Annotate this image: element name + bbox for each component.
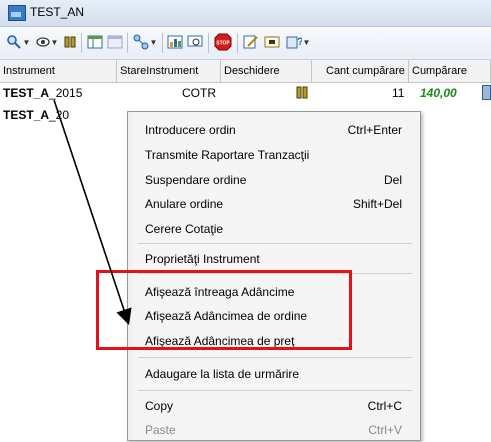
toolbar-separator xyxy=(127,33,128,53)
menu-item-copy[interactable]: Copy Ctrl+C xyxy=(128,394,420,418)
column-header-cant-cumparare[interactable]: Cant cumpărare xyxy=(312,60,409,82)
nodes-icon[interactable]: ▼ xyxy=(131,33,159,51)
menu-separator xyxy=(138,357,412,358)
toolbar-separator xyxy=(237,33,238,53)
toolbar: ▼ ▼ ▼ STOP ▼ xyxy=(0,27,491,60)
grid-disabled-icon[interactable] xyxy=(106,33,124,51)
menu-item-adaugare-lista-urmarire[interactable]: Adaugare la lista de urmărire xyxy=(128,362,420,386)
svg-text:?: ? xyxy=(297,36,302,48)
eye-icon[interactable]: ▼ xyxy=(34,33,60,51)
edit-icon[interactable] xyxy=(242,33,260,51)
grid-icon[interactable] xyxy=(86,33,104,51)
menu-item-paste: Paste Ctrl+V xyxy=(145,423,402,437)
window-title: TEST_AN xyxy=(30,5,85,19)
cant-cumparare-cell: 11 xyxy=(392,86,405,100)
binoculars-icon[interactable] xyxy=(62,33,78,51)
cell-button-icon[interactable] xyxy=(482,85,491,100)
highlight-box xyxy=(96,270,352,350)
chart-icon[interactable] xyxy=(166,33,184,51)
search-icon[interactable]: ▼ xyxy=(4,33,32,51)
menu-item-transmite-raportare[interactable]: Transmite Raportare Tranzacţii xyxy=(128,143,420,167)
column-header-cumparare[interactable]: Cumpărare xyxy=(409,60,491,82)
title-bar[interactable]: TEST_AN xyxy=(0,0,491,27)
toolbar-separator xyxy=(208,33,209,53)
column-header-stare-instrument[interactable]: StareInstrument xyxy=(117,60,221,82)
stop-icon[interactable]: STOP xyxy=(212,33,234,51)
toolbar-separator xyxy=(162,33,163,53)
menu-separator xyxy=(138,243,412,244)
menu-item-suspendare-ordine[interactable]: Suspendare ordine Del xyxy=(128,168,420,192)
find-icon[interactable] xyxy=(186,33,204,51)
stare-instrument-cell: COTR xyxy=(182,86,216,100)
menu-separator xyxy=(138,390,412,391)
grid-header: Instrument StareInstrument Deschidere Ca… xyxy=(0,60,491,83)
menu-item-introducere-ordin[interactable]: Introducere ordin Ctrl+Enter xyxy=(128,118,420,142)
column-header-instrument[interactable]: Instrument xyxy=(0,60,117,82)
toolbar-separator xyxy=(81,33,82,53)
menu-item-proprietati-instrument[interactable]: Proprietăţi Instrument xyxy=(128,247,420,271)
help-icon[interactable]: ?▼ xyxy=(284,33,312,51)
svg-text:STOP: STOP xyxy=(216,41,230,47)
table-row[interactable]: TEST_A_2015 COTR 11 140,00 xyxy=(0,82,491,104)
instrument-cell: TEST_A_2015 xyxy=(3,86,83,100)
app-icon xyxy=(8,5,26,21)
instrument-cell: TEST_A_20 xyxy=(3,108,70,122)
cumparare-cell: 140,00 xyxy=(420,86,457,100)
info-icon[interactable] xyxy=(263,33,281,51)
menu-item-cerere-cotatie[interactable]: Cerere Cotaţie xyxy=(128,217,420,241)
menu-item-anulare-ordine[interactable]: Anulare ordine Shift+Del xyxy=(128,192,420,216)
column-header-deschidere[interactable]: Deschidere xyxy=(221,60,312,82)
